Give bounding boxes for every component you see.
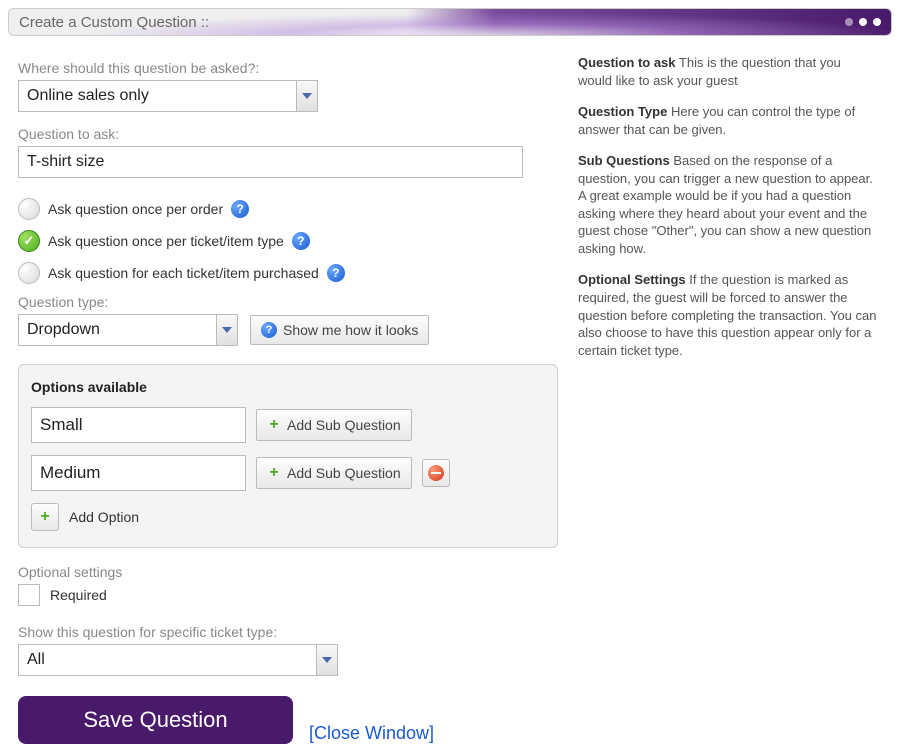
ask-mode-option[interactable]: ✓ Ask question once per ticket/item type… (18, 230, 558, 252)
help-icon[interactable]: ? (292, 232, 310, 250)
ask-mode-label: Ask question for each ticket/item purcha… (48, 265, 319, 281)
chevron-down-icon (322, 657, 332, 663)
specific-label: Show this question for specific ticket t… (18, 624, 558, 640)
option-row: + Add Sub Question (31, 407, 545, 443)
option-row: + Add Sub Question (31, 455, 545, 491)
close-window-link[interactable]: [Close Window] (309, 723, 434, 744)
specific-select[interactable] (18, 644, 558, 676)
help-heading: Question to ask (578, 55, 676, 70)
question-label: Question to ask: (18, 126, 558, 142)
page-title: Create a Custom Question :: (19, 14, 209, 31)
chevron-down-icon (302, 93, 312, 99)
title-bar: Create a Custom Question :: (8, 8, 892, 36)
help-heading: Optional Settings (578, 272, 686, 287)
specific-select-value[interactable] (18, 644, 316, 676)
help-heading: Sub Questions (578, 153, 670, 168)
remove-icon (428, 465, 444, 481)
required-checkbox[interactable] (18, 584, 40, 606)
ask-mode-option[interactable]: ✓ Ask question once per order ? (18, 198, 558, 220)
help-panel: Question to ask This is the question tha… (578, 54, 878, 744)
required-label: Required (50, 587, 107, 603)
question-input[interactable] (18, 146, 523, 178)
specific-select-trigger[interactable] (316, 644, 338, 676)
add-sub-question-button[interactable]: + Add Sub Question (256, 409, 412, 441)
help-heading: Question Type (578, 104, 667, 119)
save-question-button[interactable]: Save Question (18, 696, 293, 744)
where-select[interactable] (18, 80, 558, 112)
help-icon: ? (261, 322, 277, 338)
remove-option-button[interactable] (422, 459, 450, 487)
where-select-trigger[interactable] (296, 80, 318, 112)
plus-icon: + (267, 466, 281, 480)
help-icon[interactable]: ? (231, 200, 249, 218)
ask-mode-label: Ask question once per ticket/item type (48, 233, 284, 249)
dot-icon (845, 18, 853, 26)
show-me-button[interactable]: ? Show me how it looks (250, 315, 429, 345)
chevron-down-icon (222, 327, 232, 333)
window-dots (845, 18, 881, 26)
add-option-label: Add Option (69, 509, 139, 525)
plus-icon: + (267, 418, 281, 432)
optional-label: Optional settings (18, 564, 558, 580)
ask-mode-label: Ask question once per order (48, 201, 223, 217)
where-label: Where should this question be asked?: (18, 60, 558, 76)
help-icon[interactable]: ? (327, 264, 345, 282)
radio-icon[interactable]: ✓ (18, 198, 40, 220)
radio-icon[interactable]: ✓ (18, 262, 40, 284)
add-sub-question-button[interactable]: + Add Sub Question (256, 457, 412, 489)
where-select-value[interactable] (18, 80, 296, 112)
add-option-button[interactable]: + (31, 503, 59, 531)
ask-mode-option[interactable]: ✓ Ask question for each ticket/item purc… (18, 262, 558, 284)
add-sub-label: Add Sub Question (287, 465, 401, 481)
qtype-label: Question type: (18, 294, 558, 310)
dot-icon (873, 18, 881, 26)
option-input[interactable] (31, 407, 246, 443)
qtype-select-value[interactable] (18, 314, 216, 346)
add-sub-label: Add Sub Question (287, 417, 401, 433)
options-title: Options available (31, 379, 545, 395)
qtype-select[interactable] (18, 314, 238, 346)
option-input[interactable] (31, 455, 246, 491)
dot-icon (859, 18, 867, 26)
help-text: Based on the response of a question, you… (578, 153, 873, 256)
plus-icon: + (38, 510, 52, 524)
radio-icon[interactable]: ✓ (18, 230, 40, 252)
options-panel: Options available + Add Sub Question + A… (18, 364, 558, 548)
qtype-select-trigger[interactable] (216, 314, 238, 346)
show-me-label: Show me how it looks (283, 322, 418, 338)
